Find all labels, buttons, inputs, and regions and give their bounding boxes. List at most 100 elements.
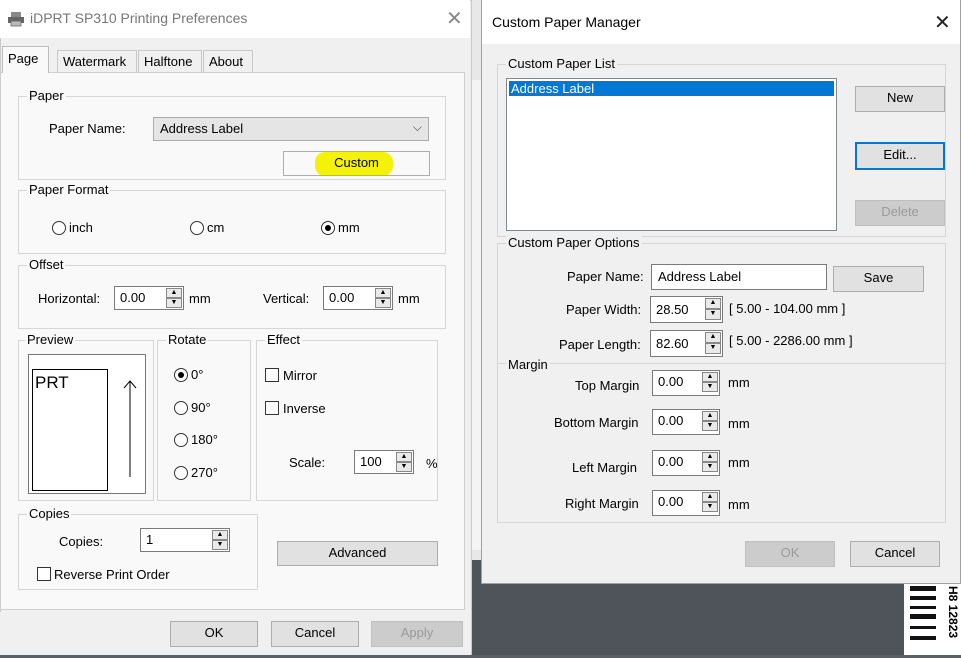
spin-down-icon[interactable]: ▼ [212,540,228,550]
delete-button[interactable]: Delete [855,200,945,226]
bottom-margin-input[interactable]: 0.00 ▲ ▼ [652,409,720,435]
preview-group: Preview PRT [18,332,154,501]
paper-name-select[interactable]: Address Label ⌵ [153,117,429,141]
close-icon[interactable]: ✕ [446,9,463,29]
new-button[interactable]: New [855,86,945,112]
custom-button[interactable]: Custom [283,151,430,176]
spin-down-icon[interactable]: ▼ [702,502,718,512]
spin-down-icon[interactable]: ▼ [702,462,718,472]
top-margin-input[interactable]: 0.00 ▲ ▼ [652,370,720,396]
rotate-90-radio[interactable] [174,401,188,415]
cancel-button[interactable]: Cancel [271,621,359,647]
top-margin-unit: mm [728,375,750,390]
right-margin-unit: mm [728,497,750,512]
tab-halftone[interactable]: Halftone [138,50,202,72]
apply-button[interactable]: Apply [371,621,463,647]
paper-length-input[interactable]: 82.60 ▲ ▼ [650,330,723,357]
effect-group: Effect Mirror Inverse Scale: 100 ▲ ▼ % [256,332,438,501]
scale-unit: % [426,456,438,471]
left-margin-spinner[interactable]: ▲ ▼ [702,452,718,472]
reverse-print-order-checkbox[interactable] [37,567,51,581]
paper-width-spinner[interactable]: ▲ ▼ [705,298,721,321]
spin-down-icon[interactable]: ▼ [702,421,718,431]
preview-label-outline: PRT [32,369,108,491]
horizontal-offset-value: 0.00 [120,290,146,305]
spin-up-icon[interactable]: ▲ [702,492,718,502]
mirror-checkbox[interactable] [265,368,279,382]
close-icon[interactable]: ✕ [934,13,951,33]
tab-page[interactable]: Page [2,46,49,73]
spin-down-icon[interactable]: ▼ [375,298,391,308]
edit-button[interactable]: Edit... [855,142,945,170]
custom-paper-listbox[interactable]: Address Label [506,78,837,231]
custom-paper-list-label: Custom Paper List [506,56,617,71]
right-margin-input[interactable]: 0.00 ▲ ▼ [652,490,720,516]
right-margin-spinner[interactable]: ▲ ▼ [702,492,718,512]
list-item[interactable]: Address Label [509,81,834,96]
paper-width-input[interactable]: 28.50 ▲ ▼ [650,296,723,323]
rotate-270-radio[interactable] [174,466,188,480]
spin-up-icon[interactable]: ▲ [375,288,391,298]
rotate-0-radio[interactable] [174,368,188,382]
mm-radio[interactable] [321,221,335,235]
spin-down-icon[interactable]: ▼ [396,462,412,472]
preview-text: PRT [35,373,69,392]
left-margin-value: 0.00 [658,454,684,469]
inverse-label: Inverse [283,401,326,416]
cancel-button[interactable]: Cancel [850,541,940,567]
tab-watermark[interactable]: Watermark [57,50,137,72]
paper-format-group: Paper Format inch cm mm [18,182,446,254]
delete-button-label: Delete [881,204,919,219]
spin-down-icon[interactable]: ▼ [166,298,182,308]
save-button[interactable]: Save [833,266,924,292]
spin-up-icon[interactable]: ▲ [166,288,182,298]
chevron-down-icon: ⌵ [412,120,422,134]
horizontal-offset-input[interactable]: 0.00 ▲ ▼ [114,286,184,310]
spin-down-icon[interactable]: ▼ [705,343,721,354]
left-margin-input[interactable]: 0.00 ▲ ▼ [652,450,720,476]
edit-button-label: Edit... [883,147,917,162]
background-barcode: H8 12823 [904,584,961,655]
ok-button-label: OK [204,625,224,640]
bottom-margin-spinner[interactable]: ▲ ▼ [702,411,718,431]
paper-width-range: [ 5.00 - 104.00 mm ] [729,301,846,316]
spin-up-icon[interactable]: ▲ [702,452,718,462]
copies-input[interactable]: 1 ▲ ▼ [140,528,230,552]
rotate-180-radio[interactable] [174,433,188,447]
margin-group-label: Margin [506,357,550,372]
spin-up-icon[interactable]: ▲ [396,452,412,462]
scale-input[interactable]: 100 ▲ ▼ [354,450,414,474]
ok-button[interactable]: OK [745,541,835,567]
vertical-offset-spinner[interactable]: ▲ ▼ [375,288,391,308]
window-title: iDPRT SP310 Printing Preferences [30,10,248,26]
top-margin-spinner[interactable]: ▲ ▼ [702,372,718,392]
paper-group: Paper Paper Name: Address Label ⌵ Custom [18,88,446,180]
horizontal-offset-spinner[interactable]: ▲ ▼ [166,288,182,308]
spin-up-icon[interactable]: ▲ [705,332,721,343]
copies-spinner[interactable]: ▲ ▼ [212,530,228,550]
paper-width-value: 28.50 [656,302,689,317]
paper-name-input[interactable]: Address Label [651,264,827,290]
paper-length-spinner[interactable]: ▲ ▼ [705,332,721,355]
inch-radio[interactable] [52,221,66,235]
spin-up-icon[interactable]: ▲ [705,298,721,309]
bottom-margin-unit: mm [728,416,750,431]
horizontal-unit: mm [189,291,211,306]
advanced-button-label: Advanced [328,545,387,560]
spin-up-icon[interactable]: ▲ [702,411,718,421]
inverse-checkbox[interactable] [265,401,279,415]
spin-up-icon[interactable]: ▲ [212,530,228,540]
spin-up-icon[interactable]: ▲ [702,372,718,382]
scale-spinner[interactable]: ▲ ▼ [396,452,412,472]
spin-down-icon[interactable]: ▼ [702,382,718,392]
cm-radio[interactable] [190,221,204,235]
custom-button-label: Custom [334,155,379,170]
mm-label: mm [338,220,360,235]
advanced-button[interactable]: Advanced [277,541,438,566]
spin-down-icon[interactable]: ▼ [705,309,721,320]
vertical-offset-input[interactable]: 0.00 ▲ ▼ [323,286,393,310]
vertical-label: Vertical: [263,291,310,306]
tab-about[interactable]: About [203,50,253,72]
ok-button[interactable]: OK [170,621,258,647]
offset-group-label: Offset [27,257,66,272]
